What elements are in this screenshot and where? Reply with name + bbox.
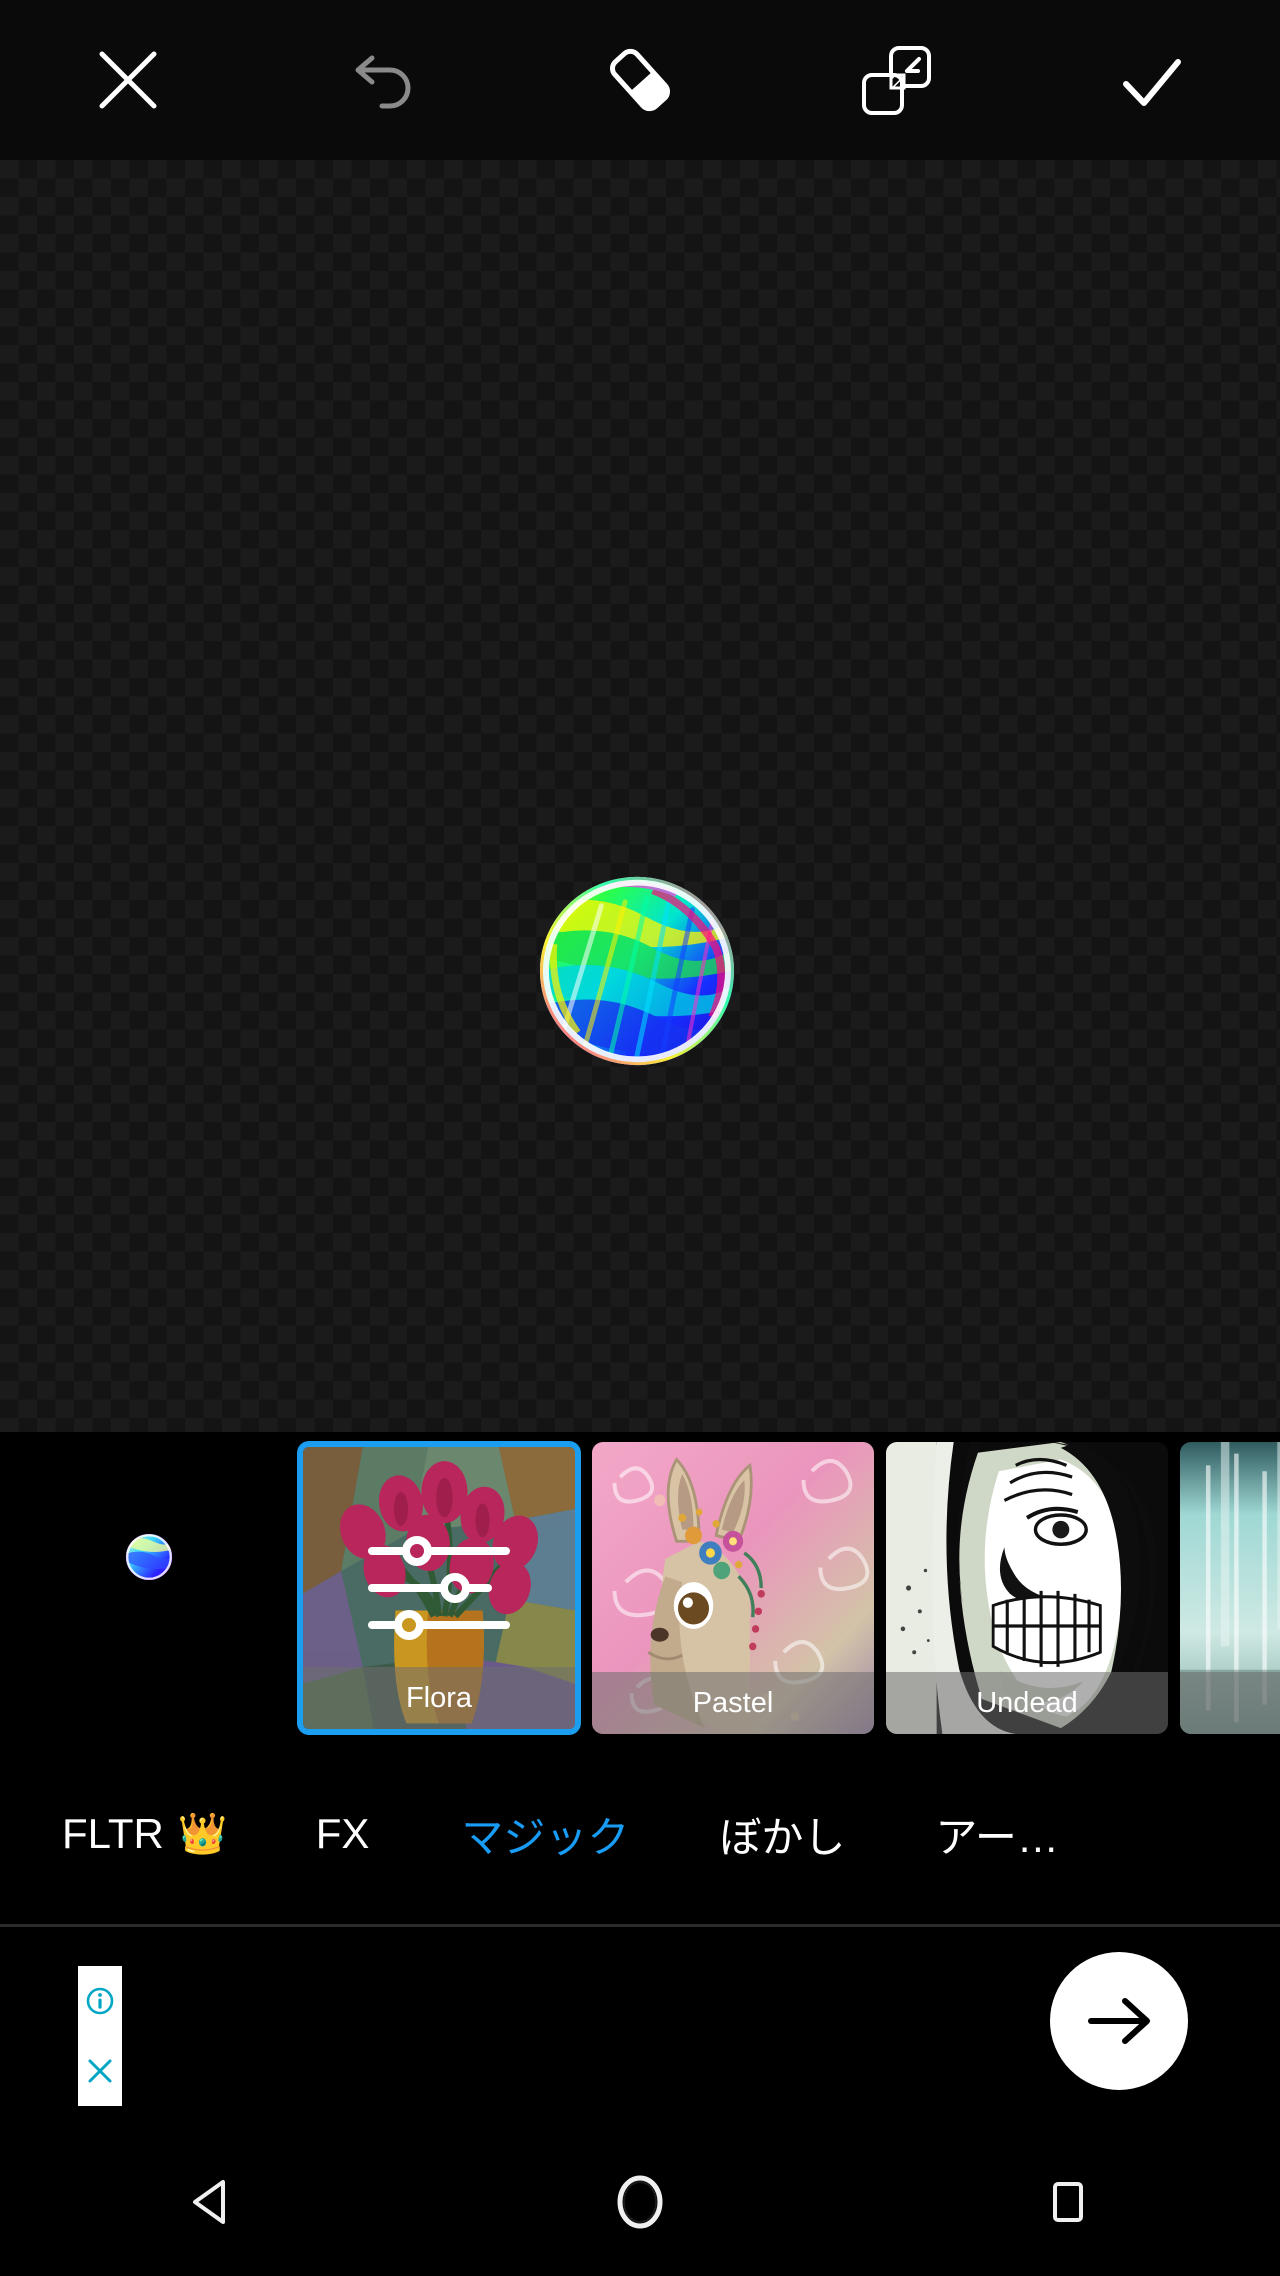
tab-art[interactable]: アー…	[935, 1804, 1058, 1865]
effect-tabbar[interactable]: FLTR 👑 FX マジック ぼかし アー…	[0, 1744, 1280, 1924]
filter-label-pastel: Pastel	[592, 1672, 874, 1734]
nav-back-button[interactable]	[0, 2128, 427, 2276]
confirm-button[interactable]	[1024, 0, 1280, 160]
close-x-icon	[99, 51, 157, 109]
filter-item-none[interactable]	[0, 1432, 298, 1744]
ad-cta-button[interactable]	[1050, 1952, 1188, 2090]
undo-button[interactable]	[256, 0, 512, 160]
photo-editor-screen: なし	[0, 0, 1280, 2276]
filter-item-white[interactable]: Wh	[1180, 1442, 1280, 1734]
transparency-button[interactable]	[768, 0, 1024, 160]
filter-item-pastel[interactable]: Pastel	[592, 1442, 874, 1734]
crown-icon: 👑	[177, 1812, 228, 1856]
filter-label-undead: Undead	[886, 1672, 1168, 1734]
ad-close-icon	[88, 2059, 112, 2083]
recents-square-icon	[1052, 2182, 1083, 2222]
edit-canvas[interactable]	[0, 160, 1280, 1432]
filter-none-thumbnail	[125, 1533, 173, 1581]
overlap-squares-icon	[862, 46, 931, 115]
tab-fx[interactable]: FX	[316, 1810, 370, 1858]
filter-label-flora: Flora	[303, 1667, 575, 1729]
filter-carousel[interactable]: なし	[0, 1432, 1280, 1744]
psychedelic-circle-icon	[539, 876, 735, 1066]
ad-info-icon	[86, 1987, 114, 2015]
filter-label-white: Wh	[1180, 1672, 1280, 1734]
close-button[interactable]	[0, 0, 256, 160]
arrow-right-icon	[1088, 1998, 1150, 2044]
tab-fltr[interactable]: FLTR 👑	[62, 1810, 228, 1858]
tab-fx-label: FX	[315, 1810, 370, 1857]
adjust-sliders-icon	[364, 1533, 514, 1643]
android-navbar	[0, 2128, 1280, 2276]
psychedelic-circle-small-icon	[125, 1533, 173, 1581]
undo-arrow-icon	[355, 55, 411, 109]
tab-blur[interactable]: ぼかし	[719, 1804, 845, 1865]
back-triangle-icon	[193, 2180, 226, 2224]
filter-row: なし	[0, 1432, 1280, 1744]
tab-magic-label: マジック	[461, 1813, 630, 1861]
ad-choices-panel[interactable]	[78, 1966, 122, 2106]
eraser-button[interactable]	[512, 0, 768, 160]
artwork-sticker[interactable]	[538, 875, 736, 1067]
tab-blur-label: ぼかし	[719, 1813, 846, 1861]
nav-home-button[interactable]	[427, 2128, 854, 2276]
tab-art-label: アー…	[935, 1813, 1059, 1861]
tab-fltr-label: FLTR	[62, 1810, 164, 1857]
tab-magic[interactable]: マジック	[461, 1804, 629, 1865]
editor-toolbar	[0, 0, 1280, 160]
filter-item-undead[interactable]: Undead	[886, 1442, 1168, 1734]
nav-recents-button[interactable]	[853, 2128, 1280, 2276]
checkmark-icon	[1123, 59, 1181, 106]
eraser-icon	[609, 48, 671, 112]
filter-item-flora[interactable]: Flora	[298, 1442, 580, 1734]
home-circle-icon	[617, 2175, 663, 2229]
